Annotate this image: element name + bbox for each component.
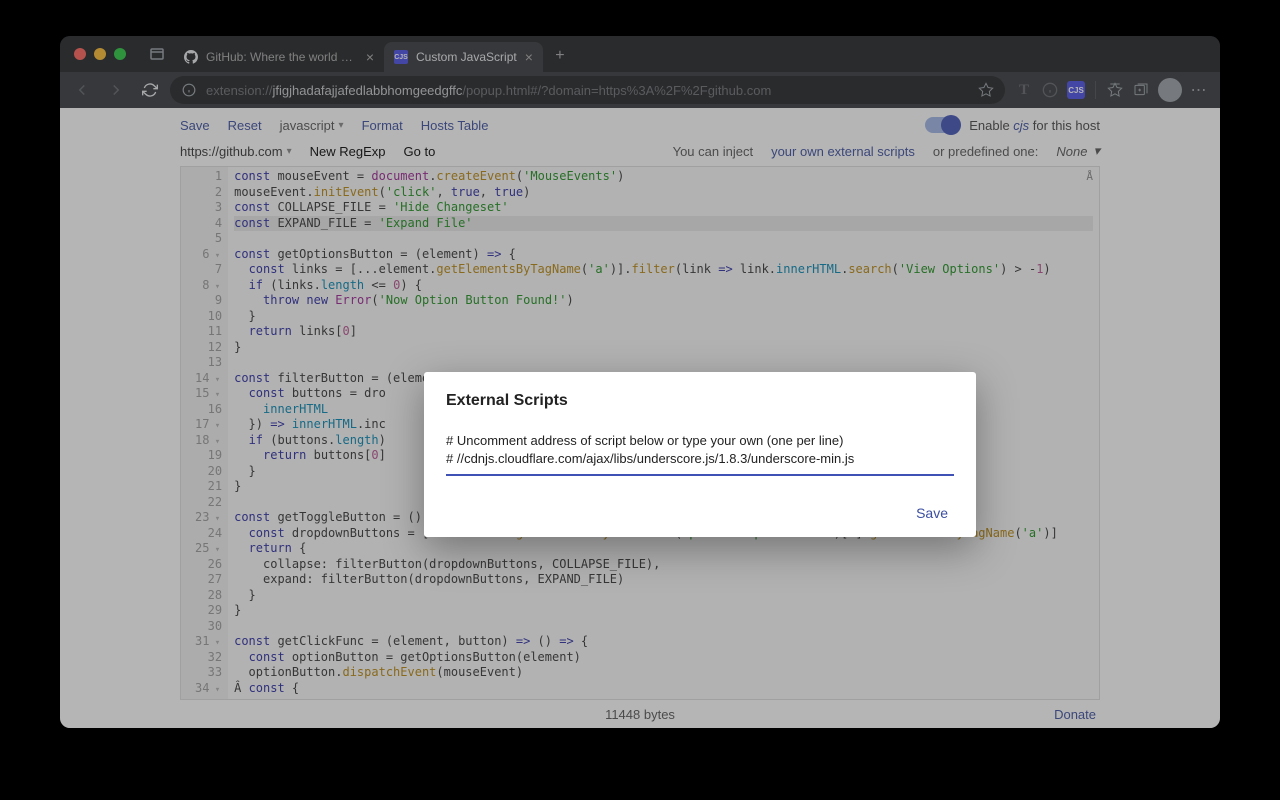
browser-window: GitHub: Where the world build… × CJS Cus… [60, 36, 1220, 728]
modal-save-button[interactable]: Save [910, 501, 954, 525]
external-scripts-input[interactable] [446, 432, 954, 476]
modal-title: External Scripts [446, 392, 954, 410]
external-scripts-modal: External Scripts Save [424, 372, 976, 537]
